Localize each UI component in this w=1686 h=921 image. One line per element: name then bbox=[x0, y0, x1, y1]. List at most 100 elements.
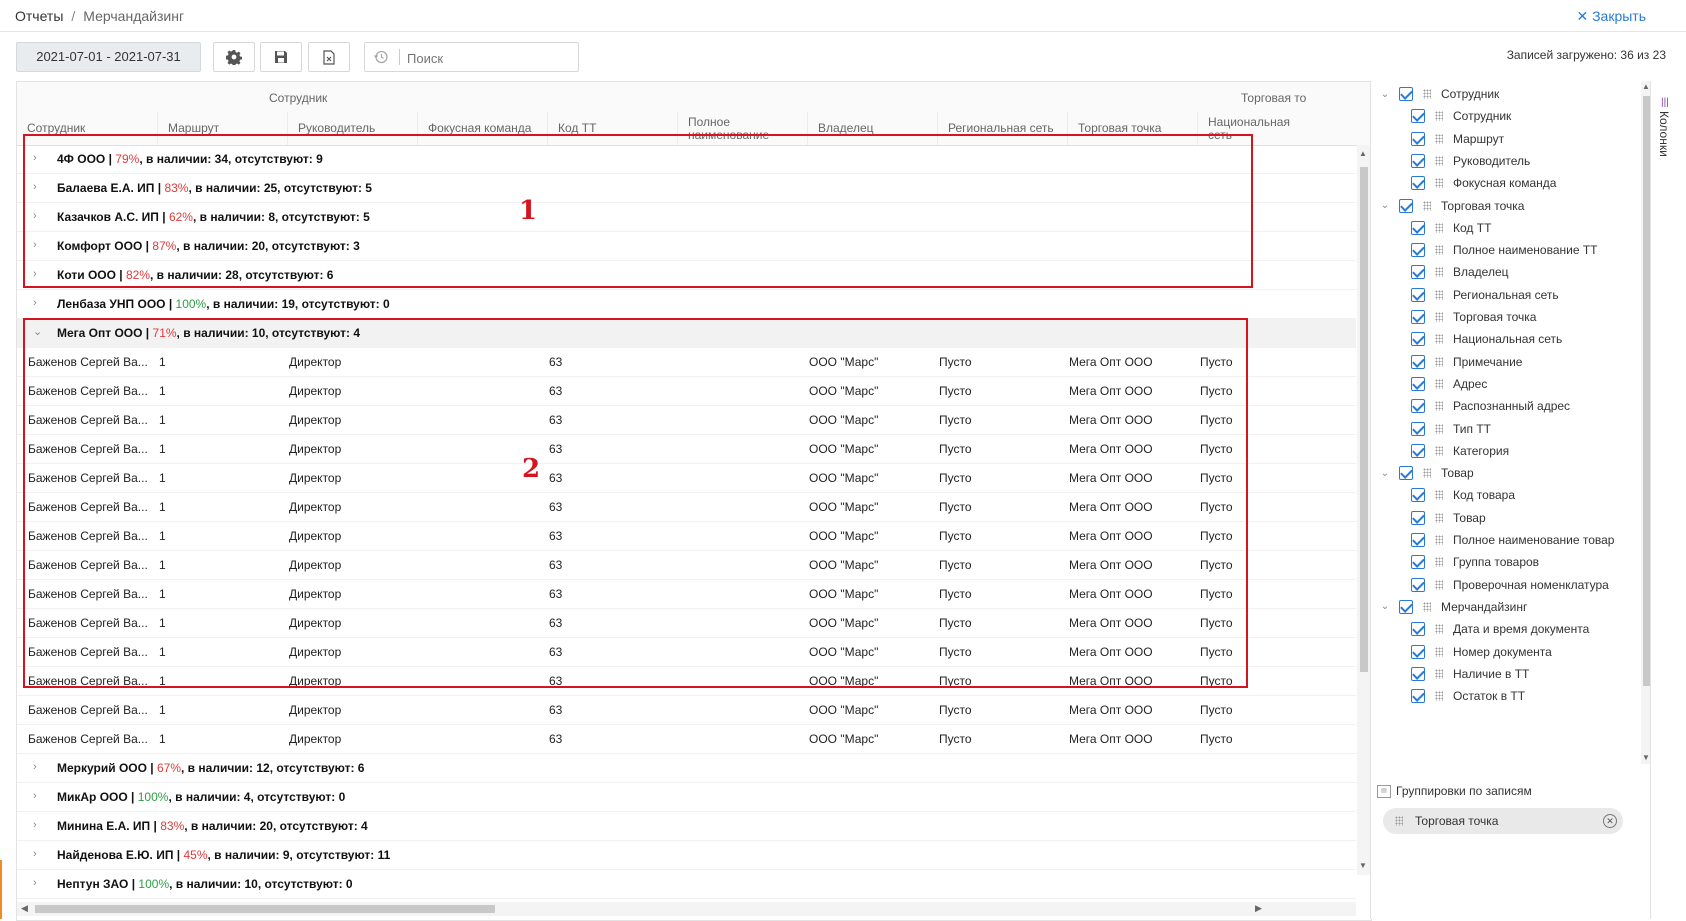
column-checkbox[interactable] bbox=[1411, 376, 1425, 391]
column-checkbox[interactable] bbox=[1411, 176, 1425, 191]
column-checkbox[interactable] bbox=[1399, 198, 1413, 213]
group-row[interactable]: › Казачков А.С. ИП | 62%, в наличии: 8, о… bbox=[17, 203, 1356, 232]
drag-handle-icon[interactable] bbox=[1435, 378, 1443, 389]
column-group-node[interactable]: ⌄ Сотрудник bbox=[1371, 82, 1641, 106]
group-row[interactable]: › Нептун ЗАО | 100%, в наличии: 10, отсут… bbox=[17, 870, 1356, 899]
col-header-owner[interactable]: Владелец bbox=[807, 112, 937, 145]
chevron-right-icon[interactable]: › bbox=[33, 849, 43, 860]
table-row[interactable]: Баженов Сергей Ва... 1 Директор 63 ООО "Марс… bbox=[17, 696, 1356, 725]
grid-vertical-scrollbar[interactable]: ▲ ▼ bbox=[1357, 145, 1371, 875]
close-button[interactable]: ✕ Закрыть bbox=[1576, 8, 1646, 25]
col-header-outlet[interactable]: Торговая точка bbox=[1067, 112, 1197, 145]
column-checkbox[interactable] bbox=[1411, 689, 1425, 704]
column-group-node[interactable]: ⌄ Мерчандайзинг bbox=[1371, 595, 1641, 619]
search-input[interactable] bbox=[405, 47, 569, 69]
table-row[interactable]: Баженов Сергей Ва... 1 Директор 63 ООО "Марс… bbox=[17, 493, 1356, 522]
table-row[interactable]: Баженов Сергей Ва... 1 Директор 63 ООО "Марс… bbox=[17, 406, 1356, 435]
col-header-focus-team[interactable]: Фокусная команда bbox=[417, 112, 547, 145]
save-button[interactable] bbox=[260, 42, 302, 72]
column-node[interactable]: Категория bbox=[1371, 439, 1641, 463]
column-checkbox[interactable] bbox=[1411, 555, 1425, 570]
columns-side-tab[interactable]: ||| Колонки bbox=[1650, 81, 1686, 919]
group-header-outlet[interactable]: Торговая то bbox=[1241, 91, 1306, 105]
col-header-route[interactable]: Маршрут bbox=[157, 112, 287, 145]
drag-handle-icon[interactable] bbox=[1435, 512, 1443, 523]
table-row[interactable]: Баженов Сергей Ва... 1 Директор 63 ООО "Марс… bbox=[17, 377, 1356, 406]
drag-handle-icon[interactable] bbox=[1435, 624, 1443, 635]
column-checkbox[interactable] bbox=[1399, 599, 1413, 614]
column-node[interactable]: Проверочная номенклатура bbox=[1371, 573, 1641, 597]
column-node[interactable]: Сотрудник bbox=[1371, 104, 1641, 128]
grid-horizontal-scroll-thumb[interactable] bbox=[35, 905, 495, 913]
group-row[interactable]: ⌄ Мега Опт ООО | 71%, в наличии: 10, отсу… bbox=[17, 319, 1356, 348]
column-node[interactable]: Полное наименование товар bbox=[1371, 528, 1641, 552]
column-node[interactable]: Номер документа bbox=[1371, 640, 1641, 664]
drag-handle-icon[interactable] bbox=[1435, 334, 1443, 345]
group-row[interactable]: › 4Ф ООО | 79%, в наличии: 34, отсутствую… bbox=[17, 145, 1356, 174]
search-box[interactable] bbox=[364, 42, 579, 72]
table-row[interactable]: Баженов Сергей Ва... 1 Директор 63 ООО "Марс… bbox=[17, 464, 1356, 493]
date-range-button[interactable]: 2021-07-01 - 2021-07-31 bbox=[16, 42, 201, 72]
chevron-right-icon[interactable]: › bbox=[33, 762, 43, 773]
drag-handle-icon[interactable] bbox=[1435, 155, 1443, 166]
group-header-employee[interactable]: Сотрудник bbox=[269, 91, 327, 105]
column-node[interactable]: Остаток в ТТ bbox=[1371, 684, 1641, 708]
col-header-outlet-code[interactable]: Код ТТ bbox=[547, 112, 677, 145]
drag-handle-icon[interactable] bbox=[1435, 557, 1443, 568]
scroll-right-arrow-icon[interactable]: ▶ bbox=[1255, 903, 1262, 914]
column-node[interactable]: Тип ТТ bbox=[1371, 417, 1641, 441]
column-checkbox[interactable] bbox=[1411, 131, 1425, 146]
drag-handle-icon[interactable] bbox=[1435, 535, 1443, 545]
col-header-national-network[interactable]: Национальная сеть bbox=[1197, 112, 1317, 145]
chevron-right-icon[interactable]: › bbox=[33, 791, 43, 802]
column-checkbox[interactable] bbox=[1411, 510, 1425, 525]
chevron-right-icon[interactable]: › bbox=[33, 820, 43, 831]
scroll-left-arrow-icon[interactable]: ◀ bbox=[21, 903, 28, 914]
scroll-down-arrow-icon[interactable]: ▼ bbox=[1359, 861, 1367, 870]
chevron-right-icon[interactable]: › bbox=[33, 240, 43, 251]
column-node[interactable]: Дата и время документа bbox=[1371, 617, 1641, 641]
chevron-down-icon[interactable]: ⌄ bbox=[1379, 200, 1391, 211]
column-checkbox[interactable] bbox=[1399, 466, 1413, 481]
table-row[interactable]: Баженов Сергей Ва... 1 Директор 63 ООО "Марс… bbox=[17, 725, 1356, 754]
drag-handle-icon[interactable] bbox=[1435, 668, 1443, 679]
drag-handle-icon[interactable] bbox=[1435, 691, 1443, 702]
drag-handle-icon[interactable] bbox=[1435, 111, 1443, 122]
column-checkbox[interactable] bbox=[1411, 488, 1425, 503]
col-header-employee[interactable]: Сотрудник bbox=[17, 112, 157, 145]
export-excel-button[interactable] bbox=[308, 42, 350, 72]
column-node[interactable]: Полное наименование ТТ bbox=[1371, 238, 1641, 262]
column-node[interactable]: Руководитель bbox=[1371, 149, 1641, 173]
drag-handle-icon[interactable] bbox=[1435, 245, 1443, 256]
column-checkbox[interactable] bbox=[1411, 265, 1425, 280]
settings-button[interactable] bbox=[213, 42, 255, 72]
tree-scroll-up-arrow-icon[interactable]: ▲ bbox=[1642, 82, 1650, 91]
table-row[interactable]: Баженов Сергей Ва... 1 Директор 63 ООО "Марс… bbox=[17, 435, 1356, 464]
table-row[interactable]: Баженов Сергей Ва... 1 Директор 63 ООО "Марс… bbox=[17, 580, 1356, 609]
col-header-manager[interactable]: Руководитель bbox=[287, 112, 417, 145]
column-checkbox[interactable] bbox=[1411, 310, 1425, 324]
drag-handle-icon[interactable] bbox=[1435, 579, 1443, 590]
grouping-chip[interactable]: Торговая точка ✕ bbox=[1383, 808, 1623, 834]
drag-handle-icon[interactable] bbox=[1435, 445, 1443, 456]
column-node[interactable]: Владелец bbox=[1371, 260, 1641, 284]
tree-scroll-down-arrow-icon[interactable]: ▼ bbox=[1642, 753, 1650, 762]
chevron-right-icon[interactable]: › bbox=[33, 878, 43, 889]
column-checkbox[interactable] bbox=[1399, 87, 1413, 101]
history-icon[interactable] bbox=[373, 49, 389, 68]
chevron-down-icon[interactable]: ⌄ bbox=[1379, 89, 1391, 100]
column-checkbox[interactable] bbox=[1411, 220, 1425, 235]
chevron-right-icon[interactable]: › bbox=[33, 153, 43, 164]
column-checkbox[interactable] bbox=[1411, 533, 1425, 547]
drag-handle-icon[interactable] bbox=[1435, 490, 1443, 501]
table-row[interactable]: Баженов Сергей Ва... 1 Директор 63 ООО "Марс… bbox=[17, 522, 1356, 551]
group-row[interactable]: › Комфорт ООО | 87%, в наличии: 20, отсут… bbox=[17, 232, 1356, 261]
column-checkbox[interactable] bbox=[1411, 332, 1425, 347]
col-header-regional-network[interactable]: Региональная сеть bbox=[937, 112, 1067, 145]
group-row[interactable]: › Балаева Е.А. ИП | 83%, в наличии: 25, о… bbox=[17, 174, 1356, 203]
grid-vertical-scroll-thumb[interactable] bbox=[1360, 167, 1368, 672]
drag-handle-icon[interactable] bbox=[1423, 89, 1431, 99]
drag-handle-icon[interactable] bbox=[1435, 133, 1443, 144]
column-node[interactable]: Распознанный адрес bbox=[1371, 394, 1641, 418]
grid-horizontal-scrollbar[interactable]: ◀ ▶ bbox=[17, 902, 1356, 916]
